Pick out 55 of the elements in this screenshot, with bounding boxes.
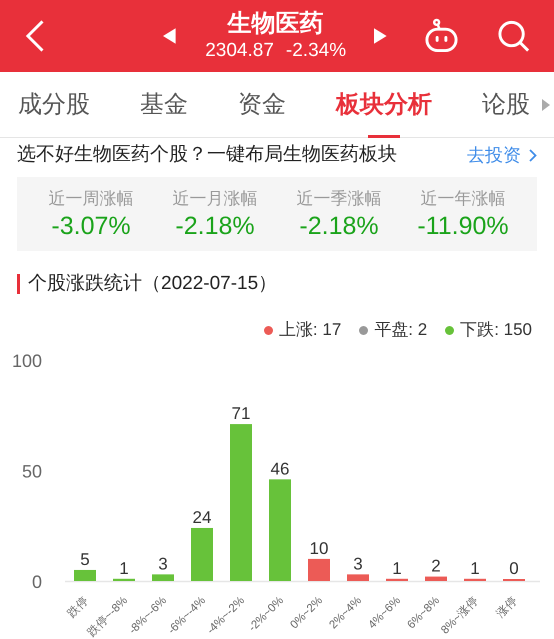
bar [113,578,135,581]
bar-value: 1 [119,558,129,578]
bar [74,570,96,581]
bar [308,558,330,581]
bar-value: 71 [232,404,250,424]
period-return: -3.07% [51,211,131,241]
bar [425,576,447,581]
period-label: 近一月涨幅 [172,188,258,210]
y-axis-label: 50 [22,462,42,482]
y-axis-label: 0 [32,572,42,592]
tab[interactable]: 资金 [238,72,286,138]
scroll-right-icon[interactable] [542,98,550,110]
bar-value: 1 [392,558,402,578]
y-axis-label: 100 [12,351,42,371]
bar [191,528,213,581]
previous-icon[interactable] [163,28,177,44]
bar-value: 5 [80,550,90,569]
period-return: -2.18% [299,211,379,241]
legend-label: 平盘: 2 [374,319,428,342]
x-axis-label: 涨停 [494,594,520,620]
bar-value: 0 [509,559,519,578]
legend-label: 下跌: 150 [460,319,532,342]
bar-value: 3 [158,554,168,574]
legend-label: 上涨: 17 [278,319,342,342]
bar [464,578,486,581]
x-axis-label: 跌停 [66,594,92,620]
period-label: 近一季涨幅 [296,188,382,210]
period-label: 近一年涨幅 [420,188,506,210]
chevron-right-icon[interactable] [529,148,537,162]
tab[interactable]: 板块分析 [336,72,432,138]
bar-value: 24 [192,508,212,527]
next-icon[interactable] [374,28,388,44]
bar [152,574,174,581]
bar-value: 46 [270,459,290,478]
search-icon[interactable] [496,19,530,53]
index-change: -2.34% [286,39,346,63]
bar [386,578,408,581]
tab[interactable]: 成分股 [18,72,90,138]
bar-value: 3 [353,554,363,574]
back-icon[interactable] [24,19,46,53]
tab[interactable]: 论股 [482,72,530,138]
bar [347,574,369,581]
bar-value: 1 [470,558,480,578]
index-price: 2304.87 [205,39,274,63]
period-return: -2.18% [175,211,255,241]
tab[interactable]: 基金 [140,72,188,138]
period-return: -11.90% [417,211,509,241]
bar-value: 10 [310,538,328,558]
page-title: 生物医药 [228,9,324,39]
robot-icon[interactable] [424,18,459,54]
section-title: 个股涨跌统计（2022-07-15） [28,272,278,296]
period-label: 近一周涨幅 [48,188,134,210]
bar-value: 2 [431,556,441,576]
promo-text: 选不好生物医药个股？一键布局生物医药板块 [17,142,397,167]
section-marker [17,274,20,294]
